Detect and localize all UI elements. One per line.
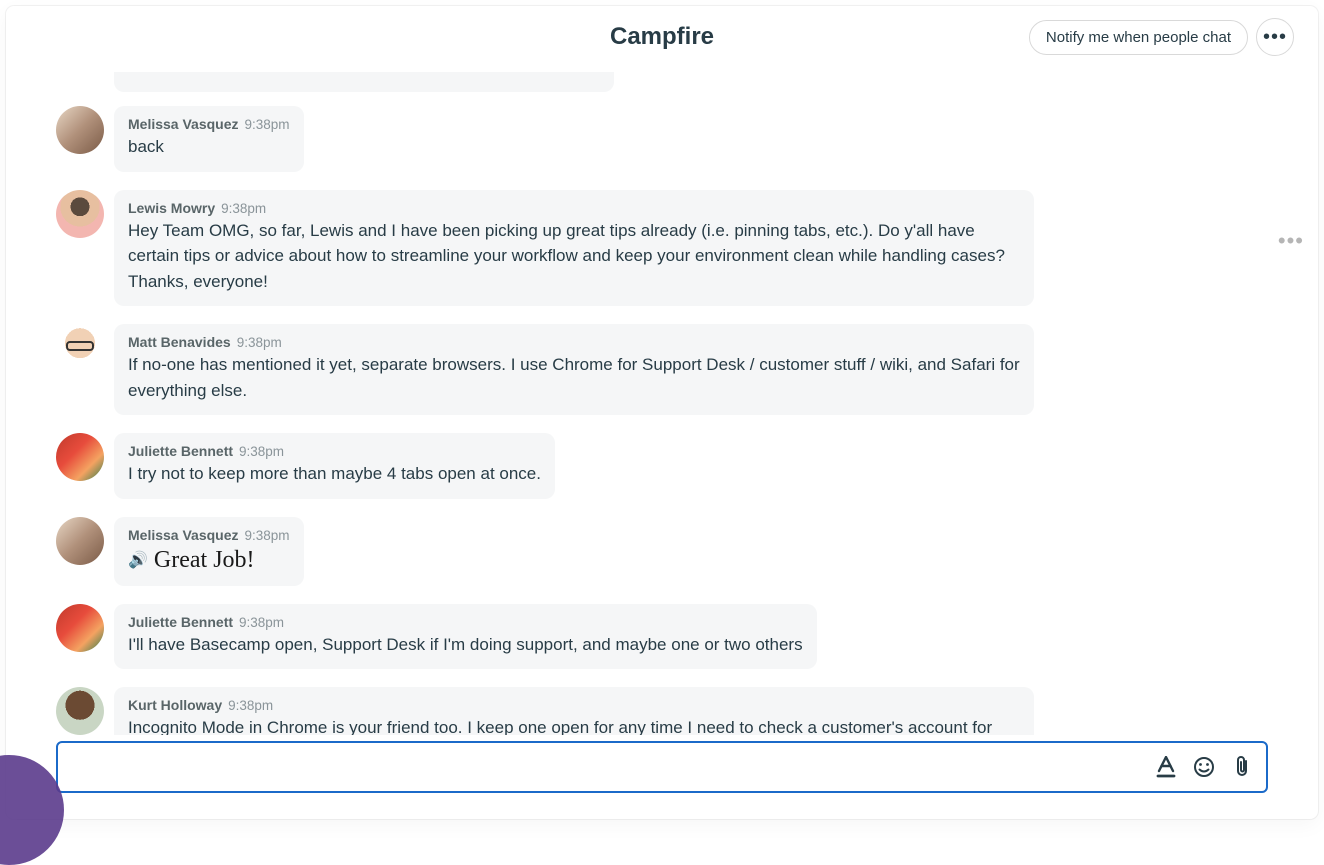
ellipsis-icon: ••• [1278, 228, 1304, 253]
message-text: If no-one has mentioned it yet, separate… [128, 352, 1020, 403]
header-actions: Notify me when people chat ••• [1029, 18, 1294, 56]
avatar[interactable] [56, 604, 104, 652]
message-row[interactable]: Matt Benavides 9:38pm If no-one has mentio… [56, 324, 1274, 415]
message-time: 9:38pm [221, 201, 266, 216]
avatar[interactable] [56, 433, 104, 481]
chat-window: Campfire Notify me when people chat ••• … [6, 6, 1318, 819]
message-bubble: Matt Benavides 9:38pm If no-one has mentio… [114, 324, 1034, 415]
message-time: 9:38pm [245, 528, 290, 543]
more-options-button[interactable]: ••• [1256, 18, 1294, 56]
chat-header: Campfire Notify me when people chat ••• [6, 6, 1318, 68]
avatar[interactable] [56, 324, 104, 372]
message-bubble: Melissa Vasquez 9:38pm back [114, 106, 304, 172]
sound-label: Great Job! [154, 547, 255, 574]
message-row[interactable]: Juliette Bennett 9:38pm I'll have Basecamp… [56, 604, 1274, 670]
message-author[interactable]: Juliette Bennett [128, 443, 233, 459]
message-header: Juliette Bennett 9:38pm [128, 443, 541, 459]
attachment-icon[interactable] [1230, 755, 1254, 779]
message-text: I'll have Basecamp open, Support Desk if… [128, 632, 803, 658]
message-row[interactable]: Lewis Mowry 9:38pm Hey Team OMG, so far, L… [56, 190, 1274, 307]
emoji-svg [1193, 756, 1215, 778]
message-text: I try not to keep more than maybe 4 tabs… [128, 461, 541, 487]
text-format-icon[interactable] [1154, 756, 1178, 778]
message-time: 9:38pm [239, 444, 284, 459]
message-bubble: Juliette Bennett 9:38pm I try not to keep … [114, 433, 555, 499]
message-author[interactable]: Juliette Bennett [128, 614, 233, 630]
message-composer [56, 741, 1268, 793]
message-row[interactable]: Melissa Vasquez 9:38pm 🔊 Great Job! [56, 517, 1274, 586]
message-time: 9:38pm [245, 117, 290, 132]
message-author[interactable]: Matt Benavides [128, 334, 231, 350]
previous-message-partial [114, 72, 614, 92]
message-header: Juliette Bennett 9:38pm [128, 614, 803, 630]
message-text: back [128, 134, 290, 160]
avatar[interactable] [56, 190, 104, 238]
message-actions-button[interactable]: ••• [1278, 228, 1304, 254]
message-header: Melissa Vasquez 9:38pm [128, 527, 290, 543]
message-row[interactable]: Melissa Vasquez 9:38pm back [56, 106, 1274, 172]
message-header: Melissa Vasquez 9:38pm [128, 116, 290, 132]
message-time: 9:38pm [237, 335, 282, 350]
message-input[interactable] [70, 743, 1140, 791]
message-header: Kurt Holloway 9:38pm [128, 697, 1020, 713]
message-author[interactable]: Melissa Vasquez [128, 116, 239, 132]
message-row[interactable]: Kurt Holloway 9:38pm Incognito Mode in Chr… [56, 687, 1274, 735]
sound-message[interactable]: 🔊 Great Job! [128, 547, 290, 574]
message-bubble: Juliette Bennett 9:38pm I'll have Basecamp… [114, 604, 817, 670]
message-time: 9:38pm [228, 698, 273, 713]
composer-area [6, 735, 1318, 819]
avatar[interactable] [56, 687, 104, 735]
message-bubble: Melissa Vasquez 9:38pm 🔊 Great Job! [114, 517, 304, 586]
avatar[interactable] [56, 517, 104, 565]
avatar[interactable] [56, 106, 104, 154]
notify-button[interactable]: Notify me when people chat [1029, 20, 1248, 55]
paperclip-svg [1233, 755, 1251, 779]
message-row[interactable]: Juliette Bennett 9:38pm I try not to keep … [56, 433, 1274, 499]
message-author[interactable]: Kurt Holloway [128, 697, 222, 713]
message-author[interactable]: Melissa Vasquez [128, 527, 239, 543]
text-format-svg [1156, 756, 1176, 778]
message-text: Incognito Mode in Chrome is your friend … [128, 715, 1020, 735]
message-header: Matt Benavides 9:38pm [128, 334, 1020, 350]
message-author[interactable]: Lewis Mowry [128, 200, 215, 216]
message-bubble: Lewis Mowry 9:38pm Hey Team OMG, so far, L… [114, 190, 1034, 307]
sound-icon: 🔊 [128, 550, 148, 570]
ellipsis-icon: ••• [1263, 26, 1287, 49]
emoji-icon[interactable] [1192, 756, 1216, 778]
message-bubble: Kurt Holloway 9:38pm Incognito Mode in Chr… [114, 687, 1034, 735]
message-time: 9:38pm [239, 615, 284, 630]
message-header: Lewis Mowry 9:38pm [128, 200, 1020, 216]
chat-title: Campfire [610, 23, 714, 51]
messages-scroll-area[interactable]: Melissa Vasquez 9:38pm back Lewis Mowry 9:38… [6, 68, 1318, 735]
message-text: Hey Team OMG, so far, Lewis and I have b… [128, 218, 1020, 295]
